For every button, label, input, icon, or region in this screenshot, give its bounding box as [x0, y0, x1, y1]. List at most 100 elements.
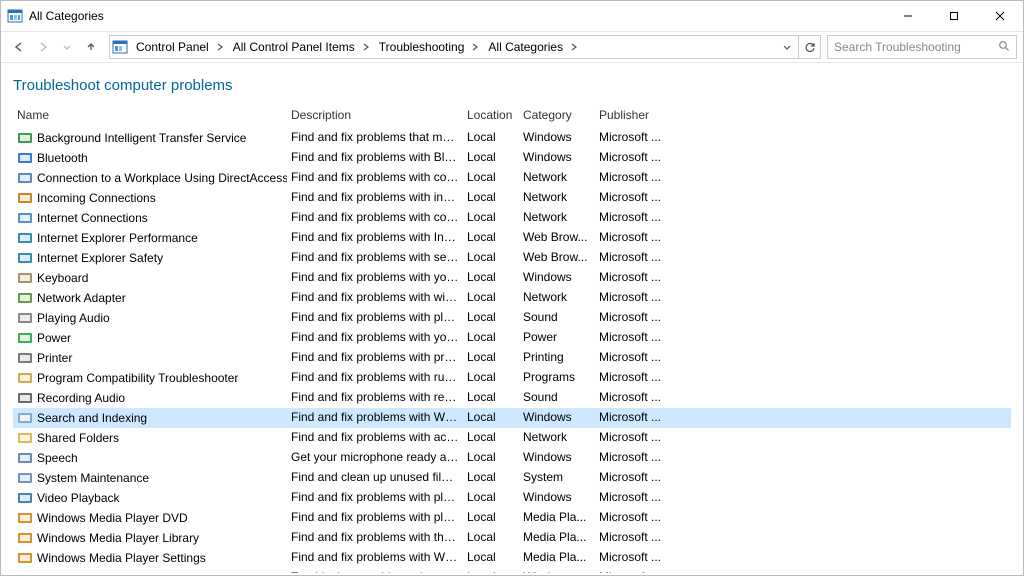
search-box[interactable]: [827, 35, 1017, 59]
maximize-button[interactable]: [931, 1, 977, 31]
row-category: Windows: [519, 149, 595, 167]
row-location: Local: [463, 229, 519, 247]
row-category: System: [519, 469, 595, 487]
table-row[interactable]: Network AdapterFind and fix problems wit…: [13, 288, 1011, 308]
address-bar[interactable]: Control Panel All Control Panel Items Trou…: [109, 35, 821, 59]
breadcrumb-item[interactable]: Control Panel: [130, 36, 213, 58]
table-row[interactable]: Internet ConnectionsFind and fix problem…: [13, 208, 1011, 228]
back-button[interactable]: [7, 35, 31, 59]
column-header[interactable]: Description: [287, 108, 463, 122]
chevron-right-icon[interactable]: [213, 36, 227, 58]
up-button[interactable]: [79, 35, 103, 59]
table-row[interactable]: Recording AudioFind and fix problems wit…: [13, 388, 1011, 408]
troubleshooter-icon: [17, 390, 33, 406]
search-icon: [998, 40, 1010, 55]
row-description: Get your microphone ready and f...: [287, 449, 463, 467]
row-publisher: Microsoft ...: [595, 549, 669, 567]
table-row[interactable]: SpeechGet your microphone ready and f...…: [13, 448, 1011, 468]
column-header[interactable]: Location: [463, 108, 519, 122]
table-row[interactable]: Program Compatibility TroubleshooterFind…: [13, 368, 1011, 388]
row-location: Local: [463, 249, 519, 267]
close-button[interactable]: [977, 1, 1023, 31]
page-heading: Troubleshoot computer problems: [13, 77, 1011, 94]
row-name: Internet Explorer Safety: [37, 251, 163, 265]
table-row[interactable]: Playing AudioFind and fix problems with …: [13, 308, 1011, 328]
table-row[interactable]: Windows Media Player DVDFind and fix pro…: [13, 508, 1011, 528]
refresh-button[interactable]: [798, 36, 820, 58]
window-app-icon: [7, 8, 23, 24]
row-name: Windows Media Player DVD: [37, 511, 188, 525]
row-description: Find and fix problems with runni...: [287, 369, 463, 387]
search-input[interactable]: [834, 40, 994, 54]
row-name: Video Playback: [37, 491, 120, 505]
breadcrumb-item[interactable]: All Categories: [482, 36, 567, 58]
row-location: Local: [463, 569, 519, 573]
troubleshooter-icon: [17, 170, 33, 186]
table-row[interactable]: System MaintenanceFind and clean up unus…: [13, 468, 1011, 488]
row-description: Find and fix problems with printi...: [287, 349, 463, 367]
row-name: Shared Folders: [37, 431, 119, 445]
row-location: Local: [463, 509, 519, 527]
row-location: Local: [463, 469, 519, 487]
table-row[interactable]: Windows Store AppsTroubleshoot problems …: [13, 568, 1011, 573]
row-location: Local: [463, 449, 519, 467]
troubleshooter-icon: [17, 250, 33, 266]
table-row[interactable]: Internet Explorer SafetyFind and fix pro…: [13, 248, 1011, 268]
row-publisher: Microsoft ...: [595, 289, 669, 307]
table-row[interactable]: Internet Explorer PerformanceFind and fi…: [13, 228, 1011, 248]
row-description: Find and fix problems with playin...: [287, 489, 463, 507]
breadcrumb-item[interactable]: All Control Panel Items: [227, 36, 359, 58]
row-category: Windows: [519, 129, 595, 147]
row-name: Background Intelligent Transfer Service: [37, 131, 246, 145]
table-row[interactable]: PowerFind and fix problems with your c..…: [13, 328, 1011, 348]
list-body[interactable]: Background Intelligent Transfer Service F…: [13, 128, 1011, 573]
row-description: Find and fix problems with conne...: [287, 169, 463, 187]
column-header[interactable]: Name: [13, 108, 287, 122]
table-row[interactable]: Background Intelligent Transfer ServiceF…: [13, 128, 1011, 148]
row-description: Find and fix problems with Blueto...: [287, 149, 463, 167]
row-name: Internet Explorer Performance: [37, 231, 198, 245]
recent-locations-button[interactable]: [55, 35, 79, 59]
row-publisher: Microsoft ...: [595, 369, 669, 387]
table-row[interactable]: Search and IndexingFind and fix problems…: [13, 408, 1011, 428]
chevron-right-icon[interactable]: [359, 36, 373, 58]
troubleshooter-icon: [17, 370, 33, 386]
row-category: Web Brow...: [519, 229, 595, 247]
row-location: Local: [463, 189, 519, 207]
address-history-button[interactable]: [776, 36, 798, 58]
row-description: Find and fix problems with the Wi...: [287, 529, 463, 547]
chevron-right-icon[interactable]: [468, 36, 482, 58]
troubleshooter-icon: [17, 330, 33, 346]
table-row[interactable]: PrinterFind and fix problems with printi…: [13, 348, 1011, 368]
row-publisher: Microsoft ...: [595, 529, 669, 547]
minimize-button[interactable]: [885, 1, 931, 31]
table-row[interactable]: Windows Media Player SettingsFind and fi…: [13, 548, 1011, 568]
row-publisher: Microsoft ...: [595, 229, 669, 247]
table-row[interactable]: Windows Media Player LibraryFind and fix…: [13, 528, 1011, 548]
row-publisher: Microsoft ...: [595, 509, 669, 527]
troubleshooter-icon: [17, 430, 33, 446]
table-row[interactable]: Video Playback Find and fix problems with…: [13, 488, 1011, 508]
table-row[interactable]: KeyboardFind and fix problems with your …: [13, 268, 1011, 288]
row-name: Keyboard: [37, 271, 88, 285]
table-row[interactable]: Incoming ConnectionsFind and fix problem…: [13, 188, 1011, 208]
row-category: Programs: [519, 369, 595, 387]
row-description: Find and fix problems with incom...: [287, 189, 463, 207]
table-row[interactable]: BluetoothFind and fix problems with Blue…: [13, 148, 1011, 168]
breadcrumb-item[interactable]: Troubleshooting: [373, 36, 469, 58]
table-row[interactable]: Shared FoldersFind and fix problems with…: [13, 428, 1011, 448]
forward-button[interactable]: [31, 35, 55, 59]
row-publisher: Microsoft ...: [595, 169, 669, 187]
column-header[interactable]: Category: [519, 108, 595, 122]
chevron-right-icon[interactable]: [567, 36, 581, 58]
troubleshooter-icon: [17, 410, 33, 426]
row-publisher: Microsoft ...: [595, 389, 669, 407]
column-header[interactable]: Publisher: [595, 108, 669, 122]
row-location: Local: [463, 529, 519, 547]
row-location: Local: [463, 369, 519, 387]
troubleshooter-icon: [17, 550, 33, 566]
troubleshooter-icon: [17, 150, 33, 166]
row-publisher: Microsoft ...: [595, 429, 669, 447]
table-row[interactable]: Connection to a Workplace Using DirectAc…: [13, 168, 1011, 188]
titlebar: All Categories: [1, 1, 1023, 31]
